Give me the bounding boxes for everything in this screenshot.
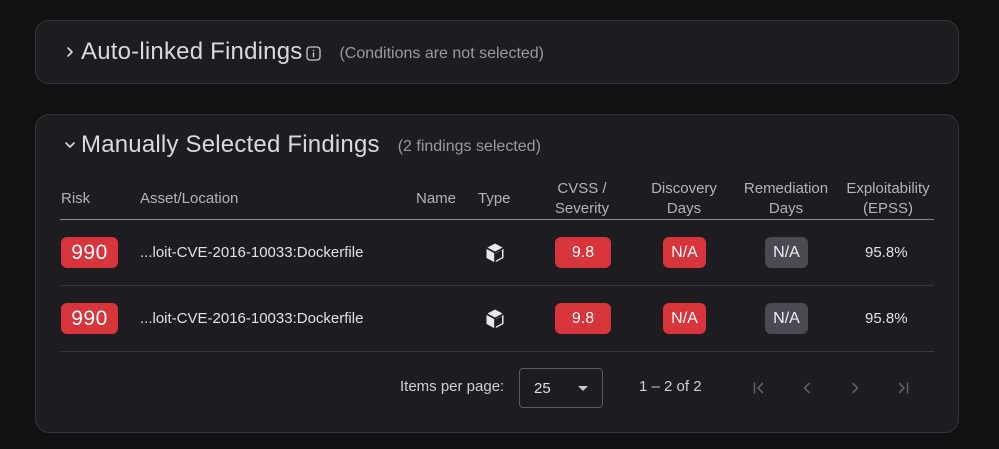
auto-linked-findings-header[interactable]: Auto-linked Findings (Conditions are not… bbox=[62, 34, 544, 70]
column-header-type[interactable]: Type bbox=[478, 189, 511, 209]
findings-table-header: Risk Asset/Location Name Type CVSS / Sev… bbox=[60, 177, 934, 220]
asset-location: ...loit-CVE-2016-10033:Dockerfile bbox=[140, 244, 364, 261]
column-header-remediation-line2: Days bbox=[768, 200, 804, 217]
risk-badge: 990 bbox=[61, 237, 118, 268]
epss-value: 95.8% bbox=[865, 310, 908, 327]
auto-linked-findings-panel: Auto-linked Findings (Conditions are not… bbox=[35, 20, 959, 84]
package-icon bbox=[486, 309, 504, 328]
chevron-left-icon bbox=[803, 382, 810, 394]
package-icon bbox=[486, 243, 504, 262]
column-header-epss-line1: Exploitability bbox=[846, 180, 930, 197]
discovery-days-badge: N/A bbox=[663, 303, 706, 334]
column-header-epss[interactable]: Exploitability (EPSS) bbox=[838, 179, 938, 219]
manual-findings-subtitle: (2 findings selected) bbox=[397, 137, 541, 155]
manual-findings-header[interactable]: Manually Selected Findings (2 findings s… bbox=[62, 127, 541, 163]
chevron-right-icon bbox=[852, 382, 859, 394]
remediation-days-badge: N/A bbox=[765, 303, 808, 334]
column-header-epss-line2: (EPSS) bbox=[862, 200, 913, 217]
epss-value: 95.8% bbox=[865, 244, 908, 261]
items-per-page-value: 25 bbox=[534, 379, 551, 397]
column-header-asset[interactable]: Asset/Location bbox=[140, 189, 238, 209]
column-header-remediation-days[interactable]: Remediation Days bbox=[736, 179, 836, 219]
auto-linked-findings-title: Auto-linked Findings bbox=[81, 38, 303, 65]
table-row[interactable]: 990 ...loit-CVE-2016-10033:Dockerfile 9.… bbox=[60, 220, 934, 286]
risk-badge: 990 bbox=[61, 303, 118, 334]
column-header-discovery-days[interactable]: Discovery Days bbox=[640, 179, 728, 219]
previous-page-button[interactable] bbox=[795, 376, 819, 400]
last-page-icon bbox=[898, 382, 909, 394]
column-header-discovery-line2: Days bbox=[666, 200, 702, 217]
remediation-days-badge: N/A bbox=[765, 237, 808, 268]
info-icon[interactable] bbox=[306, 45, 322, 61]
chevron-right-icon[interactable] bbox=[62, 44, 78, 60]
column-header-name[interactable]: Name bbox=[416, 189, 456, 209]
first-page-button[interactable] bbox=[747, 376, 771, 400]
next-page-button[interactable] bbox=[843, 376, 867, 400]
column-header-remediation-line1: Remediation bbox=[743, 180, 829, 197]
table-row[interactable]: 990 ...loit-CVE-2016-10033:Dockerfile 9.… bbox=[60, 286, 934, 352]
last-page-button[interactable] bbox=[891, 376, 915, 400]
paginator: Items per page: 25 1 – 2 of 2 bbox=[36, 368, 960, 408]
column-header-risk[interactable]: Risk bbox=[61, 189, 90, 209]
cvss-severity-badge: 9.8 bbox=[555, 237, 611, 268]
manual-findings-title: Manually Selected Findings bbox=[81, 131, 380, 158]
column-header-discovery-line1: Discovery bbox=[651, 180, 717, 197]
caret-down-icon bbox=[578, 386, 588, 391]
first-page-icon bbox=[753, 382, 764, 394]
items-per-page-label: Items per page: bbox=[400, 378, 505, 395]
column-header-cvss[interactable]: CVSS / Severity bbox=[542, 179, 622, 219]
page-range-label: 1 – 2 of 2 bbox=[639, 378, 702, 395]
cvss-severity-badge: 9.8 bbox=[555, 303, 611, 334]
column-header-cvss-line1: CVSS / bbox=[557, 180, 607, 197]
column-header-cvss-line2: Severity bbox=[554, 200, 610, 217]
discovery-days-badge: N/A bbox=[663, 237, 706, 268]
auto-linked-findings-subtitle: (Conditions are not selected) bbox=[339, 44, 545, 62]
chevron-down-icon[interactable] bbox=[62, 137, 78, 153]
manual-findings-panel: Manually Selected Findings (2 findings s… bbox=[35, 114, 959, 433]
asset-location: ...loit-CVE-2016-10033:Dockerfile bbox=[140, 310, 364, 327]
items-per-page-select[interactable]: 25 bbox=[519, 368, 603, 408]
